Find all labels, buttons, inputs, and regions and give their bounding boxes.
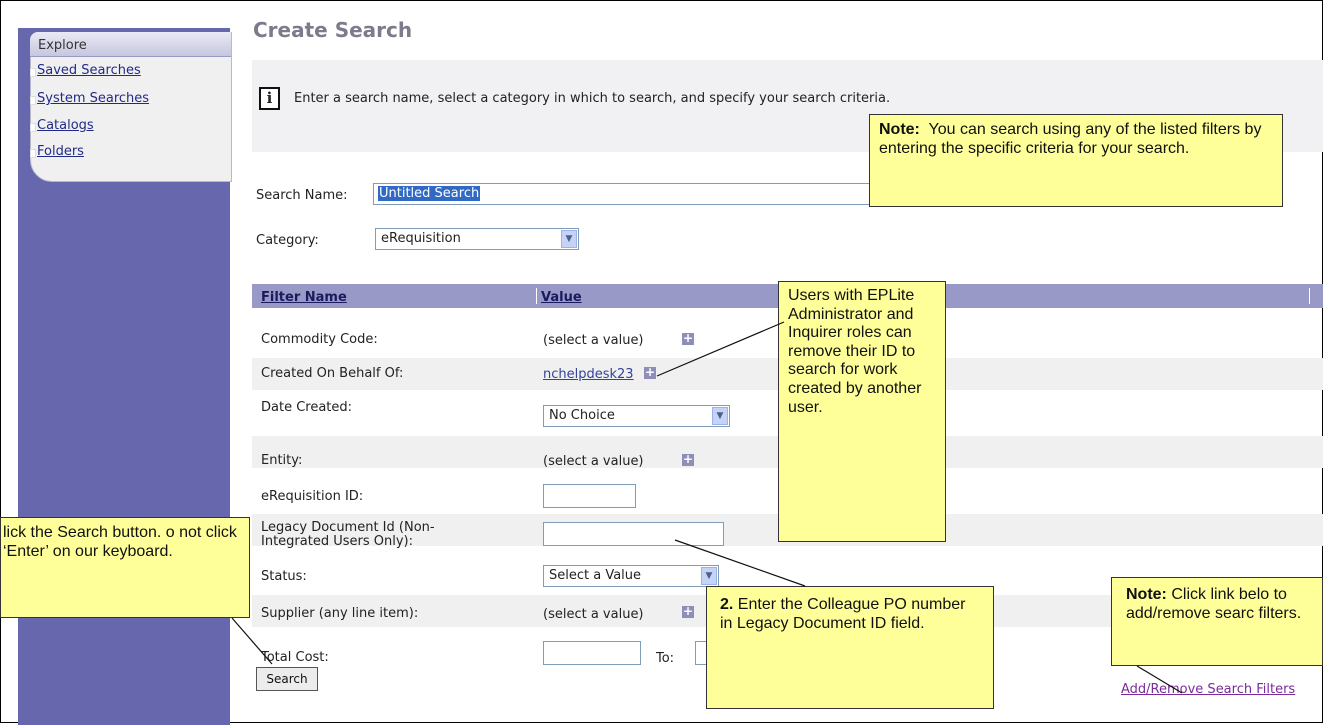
search-connector-line	[231, 617, 273, 665]
legacy-connector-line	[674, 539, 806, 587]
users-connector-line	[656, 321, 785, 377]
callout-connectors	[231, 321, 1183, 694]
add-remove-connector-line	[1136, 665, 1183, 694]
